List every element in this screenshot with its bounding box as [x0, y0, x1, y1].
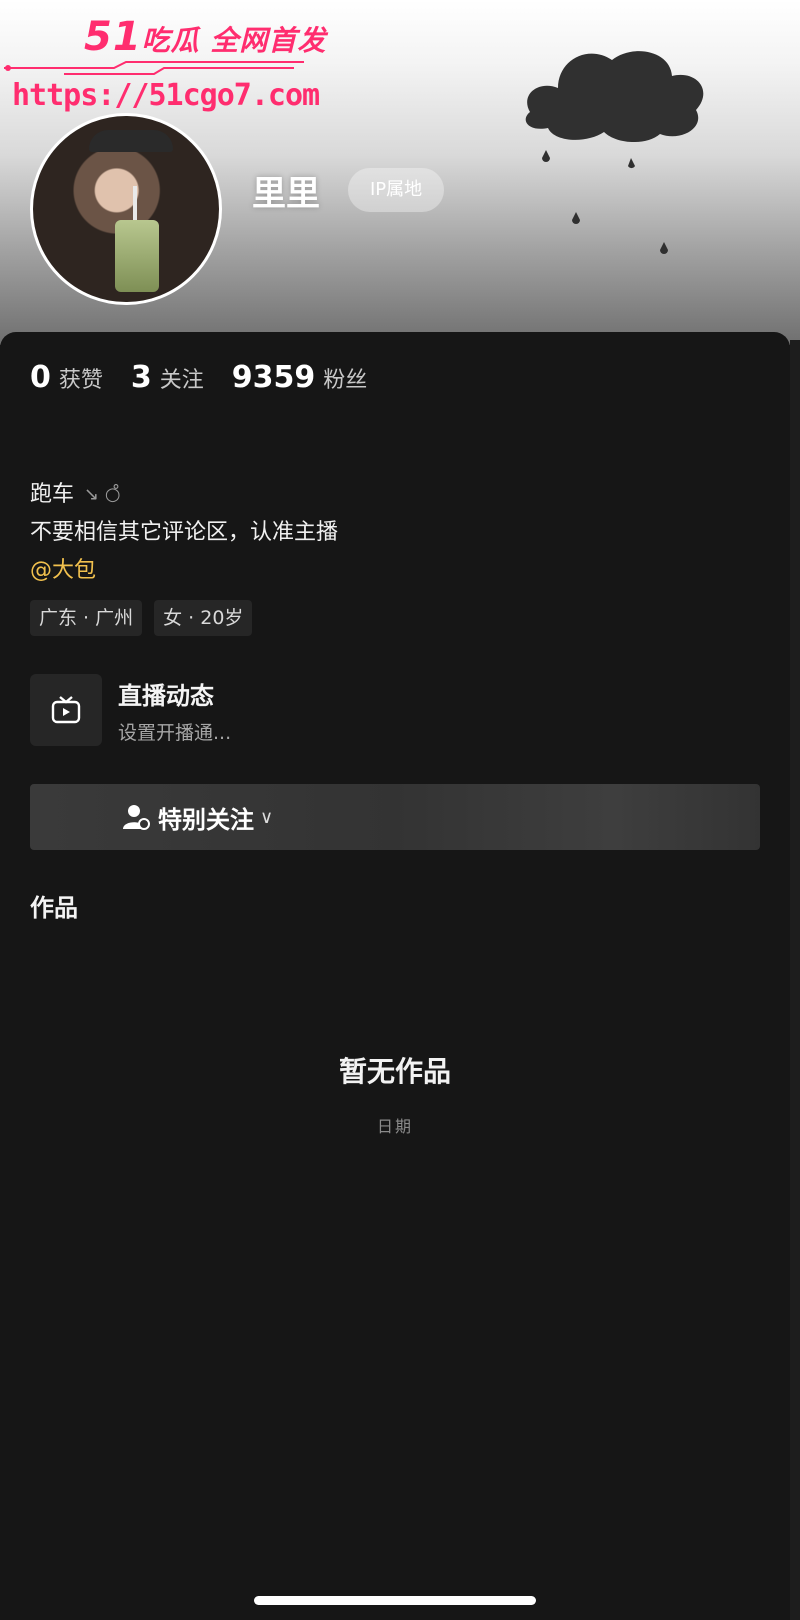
stats-row: 0 获赞 3 关注 9359 粉丝 — [30, 360, 395, 395]
special-follow-button[interactable]: 特别关注 ∨ — [122, 784, 273, 850]
bio-symbols: ↘ ○̊ — [84, 484, 121, 505]
stat-followers[interactable]: 9359 粉丝 — [232, 360, 368, 395]
bio-mention-link[interactable]: @大包 — [30, 552, 96, 590]
watermark-lines — [4, 61, 304, 75]
empty-works-subtitle: 日期 — [376, 1117, 413, 1136]
avatar[interactable] — [30, 113, 222, 305]
bio: 跑车 ↘ ○̊ 不要相信其它评论区，认准主播 @大包 — [30, 476, 338, 590]
live-title[interactable]: 直播动态 — [118, 676, 214, 711]
profile-tags: 广东 · 广州 女 · 20岁 — [30, 600, 264, 636]
live-entry[interactable] — [30, 674, 102, 746]
special-follow-label: 特别关注 — [158, 805, 254, 834]
tag-gender-age: 女 · 20岁 — [154, 600, 253, 636]
rain-cloud-icon — [525, 51, 704, 254]
stat-likes[interactable]: 0 获赞 — [30, 360, 103, 395]
watermark-url: https://51cgo7.com — [12, 78, 320, 113]
stat-following[interactable]: 3 关注 — [131, 360, 204, 395]
live-subtitle: 设置开播通... — [118, 722, 232, 744]
ip-badge: IP属地 — [348, 168, 445, 212]
home-indicator[interactable] — [254, 1596, 536, 1605]
user-follow-icon — [123, 805, 150, 830]
nickname: 里里 — [252, 174, 320, 214]
follow-bar: 特别关注 ∨ — [30, 784, 760, 850]
tv-icon — [51, 696, 81, 724]
empty-works-title: 暂无作品 — [338, 1055, 451, 1088]
watermark-logo: 51吃瓜 全网首发 — [84, 14, 327, 60]
tag-location: 广东 · 广州 — [30, 600, 143, 636]
works-tab-title[interactable]: 作品 — [30, 888, 78, 923]
chevron-down-icon: ∨ — [260, 806, 274, 828]
bio-line-1: 跑车 — [30, 482, 75, 507]
profile-header: 51吃瓜 全网首发 https://51cgo7.com 里里 IP属地 — [0, 0, 800, 345]
bio-line-2: 不要相信其它评论区，认准主播 — [30, 520, 339, 545]
